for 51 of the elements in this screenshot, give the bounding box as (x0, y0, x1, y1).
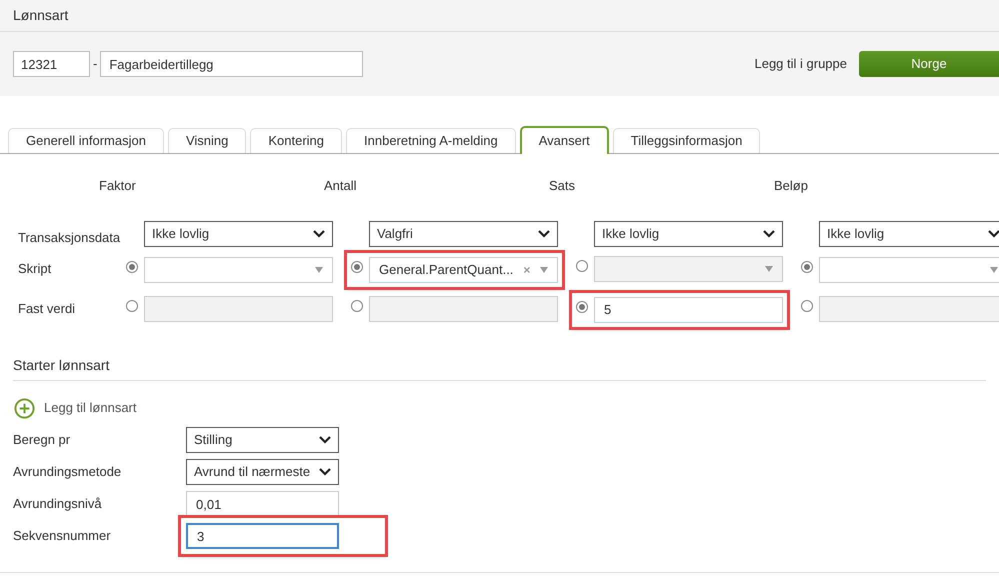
column-header: Faktor (99, 178, 136, 193)
chevron-down-icon (988, 230, 999, 238)
column-header: Antall (324, 178, 357, 193)
text-field[interactable]: 0,01 (186, 491, 339, 517)
tab[interactable]: Generell informasjon (8, 128, 164, 153)
select-field[interactable]: Valgfri (369, 221, 558, 247)
chevron-down-icon (313, 230, 325, 238)
field-label: Beregn pr (13, 431, 72, 450)
add-circle-icon (14, 398, 35, 418)
row-label: Fast verdi (18, 301, 76, 316)
column-header: Beløp (774, 178, 808, 193)
separator-text: - (93, 55, 98, 74)
page-title: Lønnsart (13, 6, 68, 25)
chevron-down-icon (763, 230, 775, 238)
select-field[interactable]: Ikke lovlig (144, 221, 333, 247)
text-field[interactable]: 3 (186, 523, 339, 549)
chevron-down-icon (319, 436, 331, 444)
tab[interactable]: Visning (168, 128, 246, 153)
row-label: Transaksjonsdata (18, 230, 120, 244)
chevron-down-icon (538, 230, 550, 238)
chevron-down-icon (319, 468, 331, 476)
name-field[interactable]: Fagarbeidertillegg (100, 51, 364, 77)
column-header: Sats (549, 178, 576, 193)
add-wage-type-link[interactable]: Legg til lønnsart (44, 398, 136, 418)
select-field[interactable]: Avrund til nærmeste (186, 459, 339, 485)
group-dropdown-button[interactable]: Norge (859, 51, 999, 77)
script-combobox[interactable]: General.ParentQuant... × (369, 256, 558, 282)
dropdown-arrow-icon (765, 266, 773, 272)
tab[interactable]: Tilleggsinformasjon (612, 128, 760, 153)
select-field[interactable]: Ikke lovlig (819, 221, 999, 247)
field-label: Avrundingsnivå (13, 495, 103, 514)
tab[interactable]: Innberetning A-melding (346, 128, 516, 153)
code-field[interactable]: 12321 (13, 51, 90, 77)
radio-button[interactable] (126, 260, 138, 272)
row-label: Skript (18, 261, 52, 276)
group-label: Legg til i gruppe (754, 55, 847, 74)
radio-button[interactable] (801, 260, 813, 272)
radio-button[interactable] (576, 300, 588, 312)
field-label: Sekvensnummer (13, 527, 112, 546)
field-label: Avrundingsmetode (13, 463, 122, 482)
tab[interactable]: Kontering (250, 128, 342, 153)
select-field[interactable]: Stilling (186, 427, 339, 453)
section-title: Starter lønnsart (13, 357, 110, 373)
dropdown-arrow-icon (990, 266, 998, 272)
tab[interactable]: Avansert (520, 126, 609, 154)
combobox-value: General.ParentQuant... (379, 260, 514, 279)
value-field[interactable]: 5 (594, 296, 783, 322)
radio-button[interactable] (351, 260, 363, 272)
dropdown-arrow-icon (315, 266, 323, 272)
dropdown-arrow-icon (540, 266, 548, 272)
select-field[interactable]: Ikke lovlig (594, 221, 783, 247)
